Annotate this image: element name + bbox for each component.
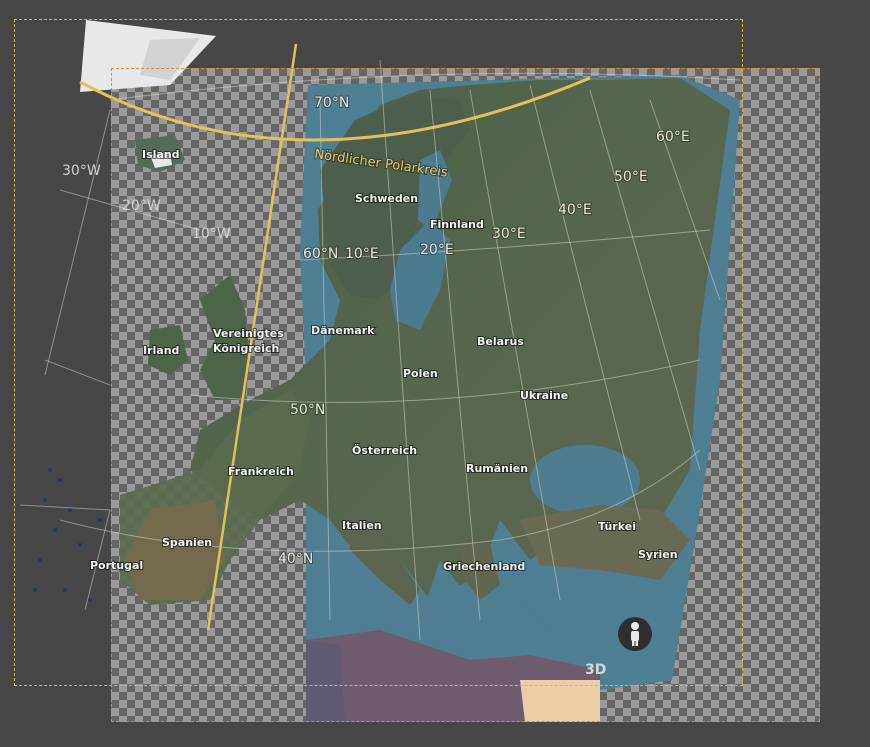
label-oesterreich: Österreich — [352, 443, 417, 457]
label-vk-line1: Vereinigtes — [213, 327, 284, 340]
label-lon30w: 30°W — [62, 163, 101, 179]
label-ukraine: Ukraine — [520, 389, 568, 402]
label-island: Island — [142, 148, 180, 161]
label-polen: Polen — [403, 367, 438, 380]
label-belarus: Belarus — [477, 335, 524, 348]
label-irland: Irland — [143, 344, 179, 357]
label-lon10w: 10°W — [192, 226, 231, 242]
image-canvas[interactable]: Island Schweden Finnland Dänemark Irland… — [0, 0, 870, 747]
label-lon40e: 40°E — [558, 202, 592, 218]
label-lat40: 40°N — [278, 551, 313, 567]
label-daenemark: Dänemark — [311, 324, 375, 337]
label-portugal: Portugal — [90, 559, 143, 572]
label-lon30e: 30°E — [492, 226, 526, 242]
label-lon50e: 50°E — [614, 169, 648, 185]
view-3d-button[interactable]: 3D — [585, 662, 606, 678]
label-vk-line2: Königreich — [213, 342, 279, 355]
label-lon20e: 20°E — [420, 242, 454, 258]
label-syrien: Syrien — [638, 548, 678, 561]
label-tuerkei: Türkei — [598, 520, 636, 533]
label-finnland: Finnland — [430, 218, 484, 231]
label-lat60: 60°N — [303, 246, 338, 262]
label-frankreich: Frankreich — [228, 465, 294, 478]
label-italien: Italien — [342, 519, 382, 532]
label-griechenland: Griechenland — [443, 560, 525, 573]
label-lon20w: 20°W — [122, 198, 161, 214]
label-spanien: Spanien — [162, 536, 212, 549]
label-lon60e: 60°E — [656, 129, 690, 145]
label-lat70: 70°N — [314, 95, 349, 111]
label-lon10e: 10°E — [345, 246, 379, 262]
label-rumaenien: Rumänien — [466, 462, 528, 475]
label-schweden: Schweden — [355, 192, 418, 205]
label-lat50: 50°N — [290, 402, 325, 418]
map-layers: Island Schweden Finnland Dänemark Irland… — [19, 20, 741, 722]
